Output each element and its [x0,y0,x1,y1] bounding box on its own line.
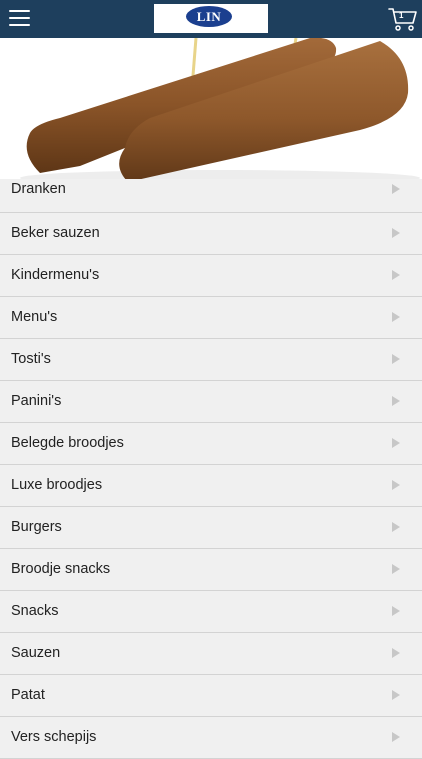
hamburger-menu-icon[interactable] [9,10,30,28]
brand-logo[interactable]: LIN [154,4,268,33]
chevron-right-icon [392,438,400,448]
list-item[interactable]: Broodje snacks [0,549,422,591]
list-item-label: Patat [11,687,45,703]
list-item[interactable]: Tosti's [0,339,422,381]
list-item[interactable]: Patat [0,675,422,717]
list-item-label: Broodje snacks [11,561,111,577]
list-item[interactable]: Sauzen [0,633,422,675]
list-item-label: Vers schepijs [11,729,97,745]
chevron-right-icon [392,732,400,742]
list-item[interactable]: Panini's [0,381,422,423]
chevron-right-icon [392,184,400,194]
list-item-label: Burgers [11,519,62,535]
list-item-label: Snacks [11,603,59,619]
list-item-label: Belegde broodjes [11,435,124,451]
chevron-right-icon [392,270,400,280]
list-item[interactable]: Kindermenu's [0,255,422,297]
logo-text: LIN [196,9,222,24]
chevron-right-icon [392,354,400,364]
category-list: Dranken Beker sauzen Kindermenu's Menu's… [0,179,422,759]
hero-banner [0,38,422,185]
list-item-label: Sauzen [11,645,61,661]
list-item[interactable]: Dranken [0,179,422,213]
chevron-right-icon [392,606,400,616]
top-navigation-bar: LIN 1 [0,0,422,38]
list-item-label: Menu's [11,309,58,325]
chevron-right-icon [392,564,400,574]
chevron-right-icon [392,312,400,322]
chevron-right-icon [392,690,400,700]
list-item-label: Kindermenu's [11,267,100,283]
list-item-label: Dranken [11,181,66,197]
list-item[interactable]: Beker sauzen [0,213,422,255]
list-item[interactable]: Luxe broodjes [0,465,422,507]
list-item[interactable]: Snacks [0,591,422,633]
chevron-right-icon [392,228,400,238]
list-item-label: Tosti's [11,351,51,367]
list-item[interactable]: Menu's [0,297,422,339]
croquette-photo-icon [0,38,422,185]
chevron-right-icon [392,396,400,406]
list-item[interactable]: Burgers [0,507,422,549]
list-item[interactable]: Belegde broodjes [0,423,422,465]
list-item[interactable]: Vers schepijs [0,717,422,759]
chevron-right-icon [392,522,400,532]
cart-count-badge: 1 [399,11,404,20]
list-item-label: Panini's [11,393,62,409]
chevron-right-icon [392,480,400,490]
chevron-right-icon [392,648,400,658]
list-item-label: Beker sauzen [11,225,100,241]
list-item-label: Luxe broodjes [11,477,103,493]
cart-button[interactable]: 1 [388,6,418,32]
